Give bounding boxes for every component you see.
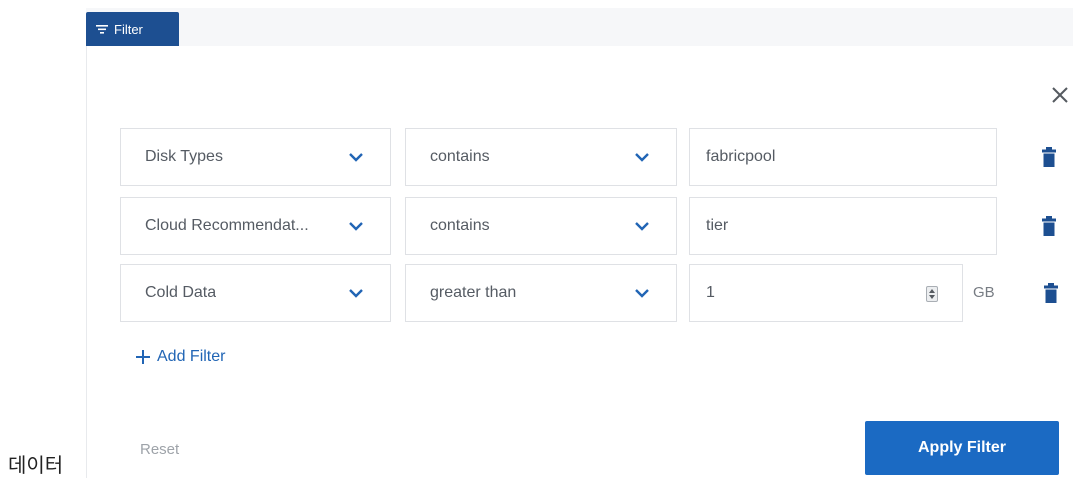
filter-toolbar xyxy=(86,8,1073,47)
row1-operator-value: contains xyxy=(430,148,490,165)
trash-icon[interactable] xyxy=(1042,216,1056,236)
filter-screen: Filter Disk Types contains fabricpool Cl… xyxy=(0,0,1073,478)
trash-icon[interactable] xyxy=(1042,147,1056,167)
number-spinner-icon[interactable] xyxy=(926,286,938,302)
row1-field-value: Disk Types xyxy=(145,148,223,165)
trash-icon[interactable] xyxy=(1044,283,1058,303)
row3-value-text: 1 xyxy=(706,284,715,301)
row2-field-value: Cloud Recommendat... xyxy=(145,217,309,234)
row2-operator-value: contains xyxy=(430,217,490,234)
row2-field-select[interactable]: Cloud Recommendat... xyxy=(120,197,391,255)
row3-operator-select[interactable]: greater than xyxy=(405,264,677,322)
add-filter-label: Add Filter xyxy=(157,348,226,365)
row1-value-input[interactable]: fabricpool xyxy=(689,128,997,186)
filter-lines-icon xyxy=(96,24,108,34)
row1-operator-select[interactable]: contains xyxy=(405,128,677,186)
unit-label: GB xyxy=(973,284,995,301)
reset-button[interactable]: Reset xyxy=(140,441,179,458)
row2-operator-select[interactable]: contains xyxy=(405,197,677,255)
apply-filter-label: Apply Filter xyxy=(917,439,1006,456)
row3-field-select[interactable]: Cold Data xyxy=(120,264,391,322)
row3-value-input[interactable]: 1 xyxy=(689,264,963,322)
row2-value-input[interactable]: tier xyxy=(689,197,997,255)
side-caption: 데이터 xyxy=(8,453,64,477)
chevron-down-icon xyxy=(635,153,649,162)
chevron-down-icon xyxy=(635,289,649,298)
apply-filter-button[interactable]: Apply Filter xyxy=(865,421,1059,475)
row3-operator-value: greater than xyxy=(430,284,517,301)
row3-field-value: Cold Data xyxy=(145,284,217,301)
filter-tab-button[interactable]: Filter xyxy=(86,12,179,46)
chevron-down-icon xyxy=(349,289,363,298)
row1-field-select[interactable]: Disk Types xyxy=(120,128,391,186)
chevron-down-icon xyxy=(349,153,363,162)
chevron-down-icon xyxy=(349,222,363,231)
row2-value-text: tier xyxy=(706,217,729,234)
row1-value-text: fabricpool xyxy=(706,148,776,165)
filter-tab-label: Filter xyxy=(114,21,143,37)
chevron-down-icon xyxy=(635,222,649,231)
close-icon[interactable] xyxy=(1049,84,1071,106)
plus-icon xyxy=(135,349,151,365)
add-filter-button[interactable]: Add Filter xyxy=(135,348,225,366)
filter-panel xyxy=(86,46,1073,478)
